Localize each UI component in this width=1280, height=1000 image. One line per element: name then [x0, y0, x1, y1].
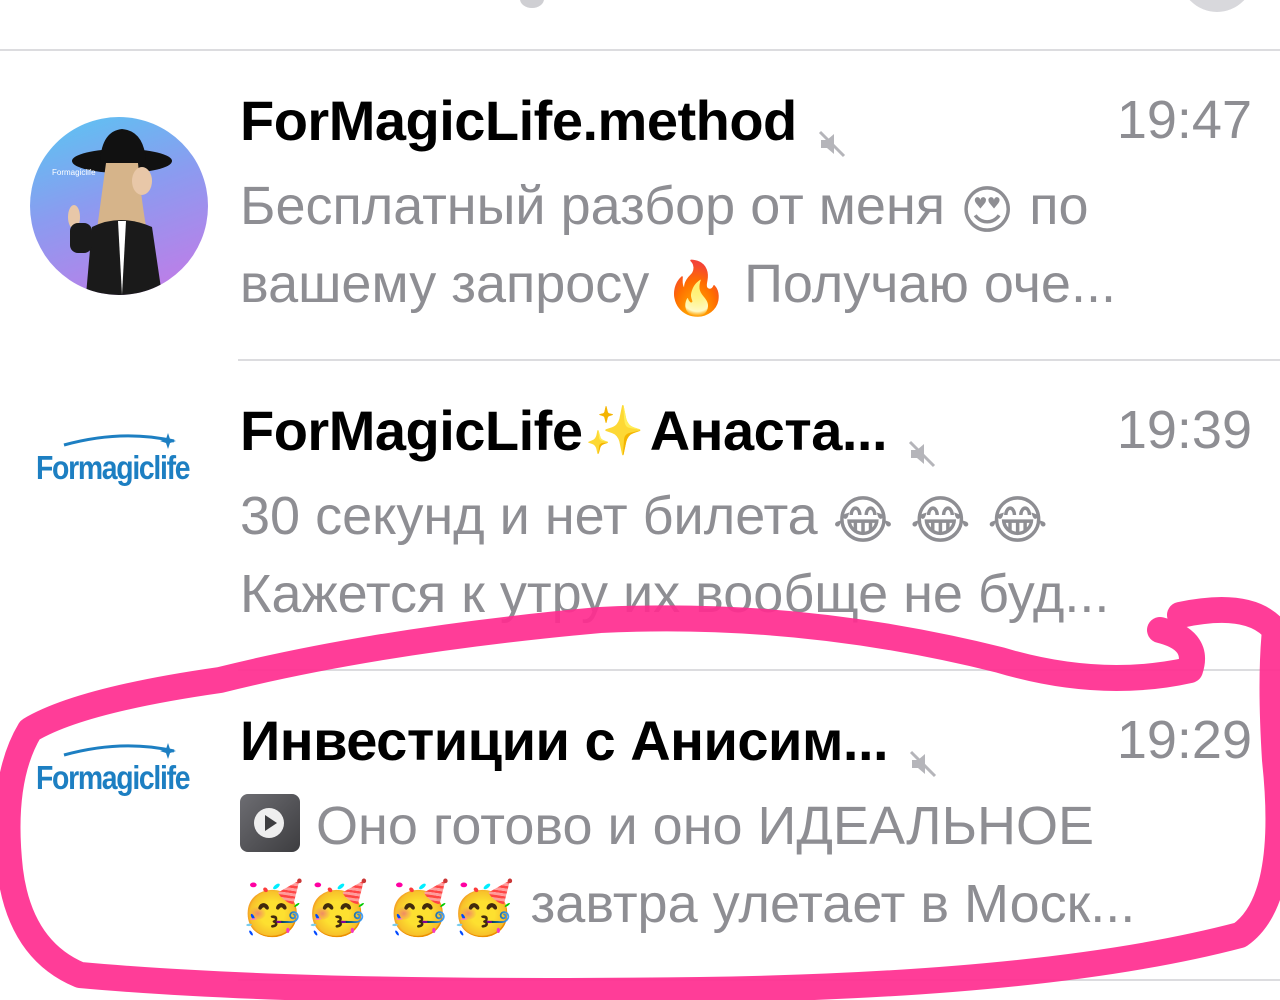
- chat-preview: Бесплатный разбор от меня 😍 по вашему за…: [240, 167, 1250, 323]
- chat-title-tail: Анаста...: [649, 398, 888, 462]
- partying-face-emoji-icon: 🥳🥳 🥳🥳: [240, 879, 516, 939]
- heart-eyes-emoji-icon: 😍: [960, 181, 1015, 241]
- preview-line-1: Бесплатный разбор от меня 😍 по: [240, 167, 1250, 245]
- preview-line-1: 30 секунд и нет билета 😂 😂 😂: [240, 477, 1250, 555]
- chat-row-formagiclife-method[interactable]: Formagiclife ForMagicLife.method 19:47 Б…: [0, 51, 1280, 361]
- chat-preview: 30 секунд и нет билета 😂 😂 😂 Кажется к у…: [240, 477, 1250, 633]
- top-partial-button[interactable]: [1180, 0, 1254, 12]
- video-thumbnail-play-icon: [240, 794, 300, 852]
- chat-row-investments[interactable]: Formagiclife Инвестиции с Анисим... 19:2…: [0, 671, 1280, 981]
- chat-title-text: ForMagicLife.method: [240, 88, 797, 152]
- row-divider: [238, 979, 1280, 981]
- laughing-tears-emoji-icon: 😂 😂 😂: [832, 491, 1048, 551]
- muted-speaker-icon: [905, 419, 939, 468]
- preview-line-2: вашему запросу 🔥 Получаю оче...: [240, 245, 1250, 323]
- avatar-formagiclife-logo: Formagiclife: [22, 431, 212, 511]
- chat-time: 19:47: [1116, 90, 1252, 150]
- sparkles-emoji-icon: ✨: [584, 404, 644, 458]
- chat-title-text: Инвестиции с Анисим...: [240, 708, 889, 772]
- chat-time: 19:39: [1116, 400, 1252, 460]
- muted-speaker-icon: [906, 729, 940, 778]
- chat-time: 19:29: [1116, 710, 1252, 770]
- chat-title: Инвестиции с Анисим...: [240, 705, 940, 778]
- chat-title: ForMagicLife ✨ Анаста...: [240, 395, 939, 468]
- chat-title: ForMagicLife.method: [240, 85, 849, 158]
- preview-line-2: Кажется к утру их вообще не буд...: [240, 564, 1110, 624]
- logo-text: Formagiclife: [36, 759, 191, 796]
- avatar-woman-in-hat-icon: Formagiclife: [52, 129, 172, 295]
- preview-line-1: Оно готово и оно ИДЕАЛЬНОЕ: [240, 787, 1250, 865]
- fire-emoji-icon: 🔥: [664, 259, 730, 319]
- chat-preview: Оно готово и оно ИДЕАЛЬНОЕ 🥳🥳 🥳🥳 завтра …: [240, 787, 1250, 943]
- logo-text: Formagiclife: [36, 449, 191, 486]
- svg-text:Formagiclife: Formagiclife: [52, 168, 96, 177]
- chat-list-screen: Formagiclife ForMagicLife.method 19:47 Б…: [0, 0, 1280, 1000]
- top-partial-icon: [520, 0, 544, 8]
- avatar: Formagiclife: [30, 117, 208, 295]
- chat-row-formagiclife-anastasia[interactable]: Formagiclife ForMagicLife ✨ Анаста... 19…: [0, 361, 1280, 671]
- chat-title-text: ForMagicLife: [240, 398, 583, 462]
- muted-speaker-icon: [815, 109, 849, 158]
- preview-line-2: 🥳🥳 🥳🥳 завтра улетает в Моск...: [240, 865, 1250, 943]
- avatar-formagiclife-logo: Formagiclife: [22, 741, 212, 821]
